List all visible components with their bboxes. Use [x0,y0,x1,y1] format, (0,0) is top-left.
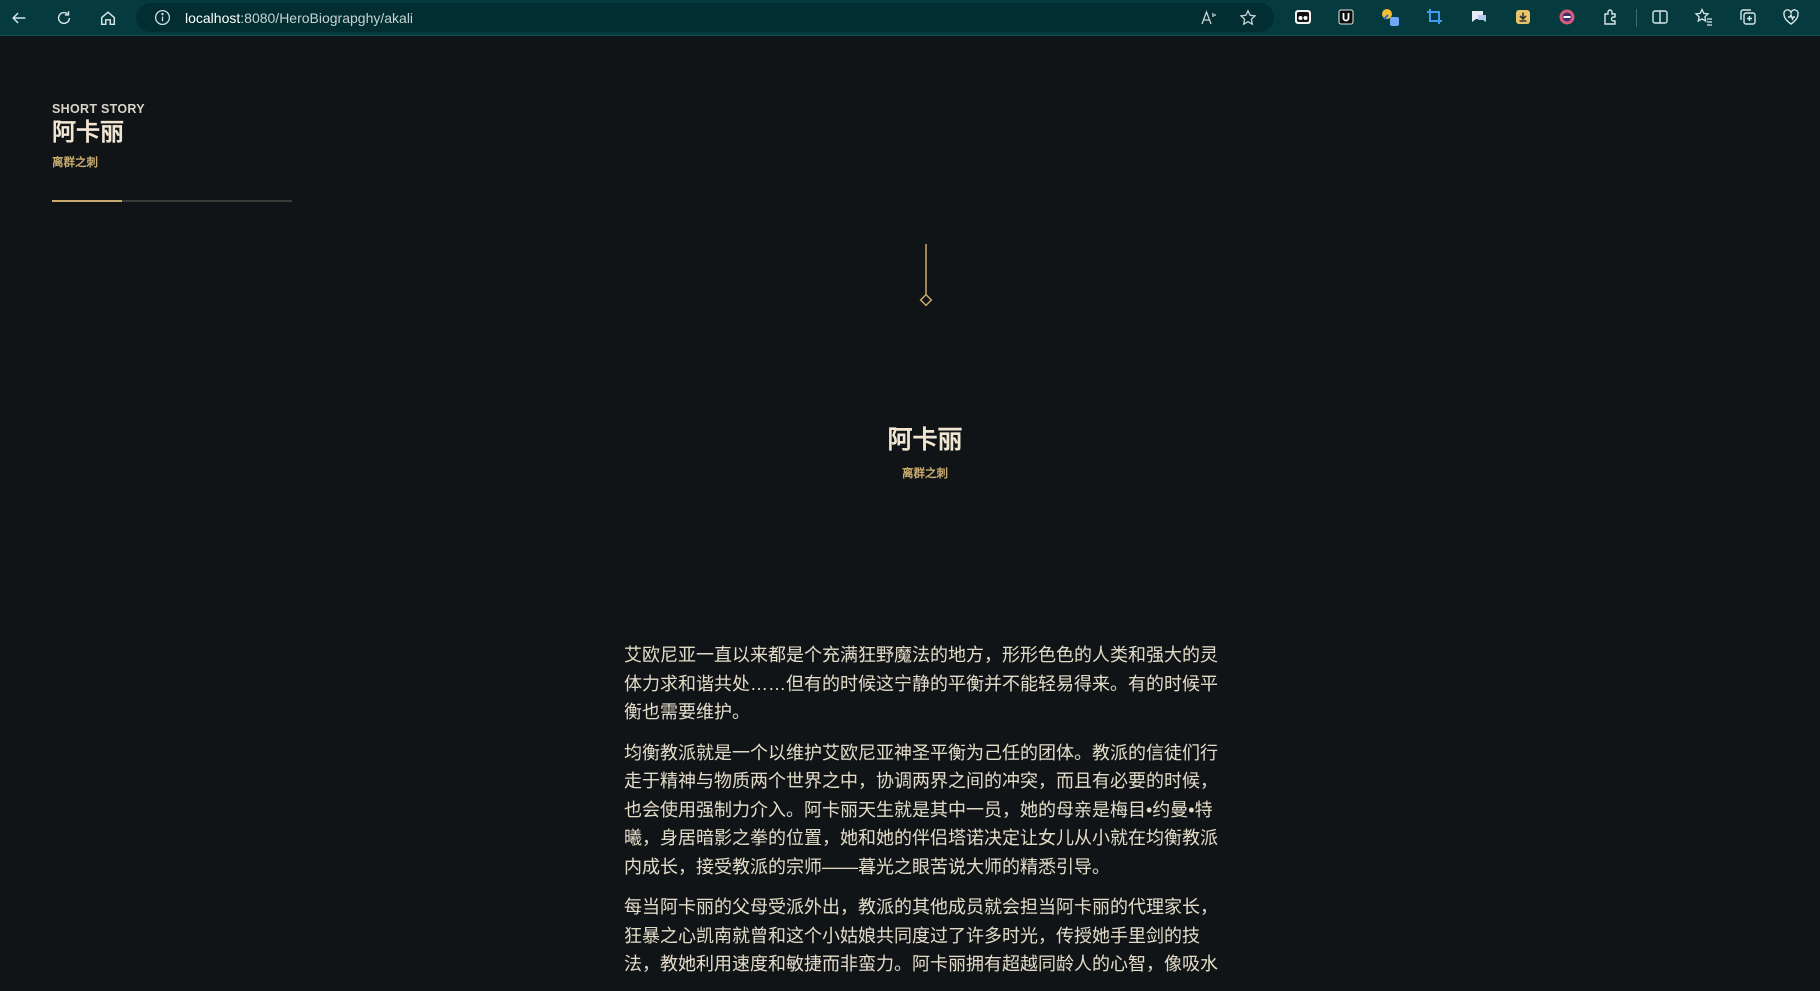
side-subtitle: 离群之刺 [52,157,98,169]
divider-ornament-icon [919,244,933,307]
side-header: SHORT STORY 阿卡丽 离群之刺 [52,102,292,202]
favorites-icon[interactable] [1694,7,1714,27]
reading-progress-fill [52,200,122,202]
extension-tampermonkey-icon[interactable] [1293,7,1313,27]
story-body: 艾欧尼亚一直以来都是个充满狂野魔法的地方，形形色色的人类和强大的灵体力求和谐共处… [624,641,1218,991]
page-content: SHORT STORY 阿卡丽 离群之刺 阿卡丽 离群之刺 艾欧尼亚一直以来都是… [0,37,1820,991]
story-paragraph: 每当阿卡丽的父母受派外出，教派的其他成员就会担当阿卡丽的代理家长，狂暴之心凯南就… [624,897,1218,974]
hero-title: 阿卡丽 [887,426,963,454]
hero-subtitle: 离群之刺 [902,468,948,480]
info-icon[interactable] [154,9,171,26]
url-text[interactable]: localhost:8080/HeroBiograpghy/akali [185,10,413,26]
extension-circle-icon[interactable] [1557,7,1577,27]
read-aloud-icon[interactable] [1200,9,1218,27]
browser-essentials-icon[interactable] [1781,7,1801,27]
refresh-icon[interactable] [51,6,77,30]
address-bar[interactable]: localhost:8080/HeroBiograpghy/akali [136,3,1274,32]
side-label: SHORT STORY [52,102,145,116]
browser-toolbar: localhost:8080/HeroBiograpghy/akali [0,0,1820,36]
story-paragraph: 艾欧尼亚一直以来都是个充满狂野魔法的地方，形形色色的人类和强大的灵体力求和谐共处… [624,645,1218,722]
collections-icon[interactable] [1738,7,1758,27]
back-arrow-icon[interactable] [6,6,32,30]
url-host: localhost [185,10,241,26]
home-icon[interactable] [95,6,121,30]
star-icon[interactable] [1239,9,1257,27]
extension-u-icon[interactable] [1336,7,1356,27]
reading-progress-bar [52,200,292,202]
extension-crop-icon[interactable] [1425,7,1445,27]
extension-translate-icon[interactable] [1380,7,1400,27]
extension-download-icon[interactable] [1513,7,1533,27]
extensions-puzzle-icon[interactable] [1601,7,1621,27]
story-paragraph: 均衡教派就是一个以维护艾欧尼亚神圣平衡为己任的团体。教派的信徒们行走于精神与物质… [624,742,1218,877]
toolbar-divider [1636,9,1637,27]
side-title: 阿卡丽 [52,119,124,146]
extension-chat-icon[interactable] [1469,7,1489,27]
url-path: :8080/HeroBiograpghy/akali [240,10,414,26]
split-screen-icon[interactable] [1650,7,1670,27]
